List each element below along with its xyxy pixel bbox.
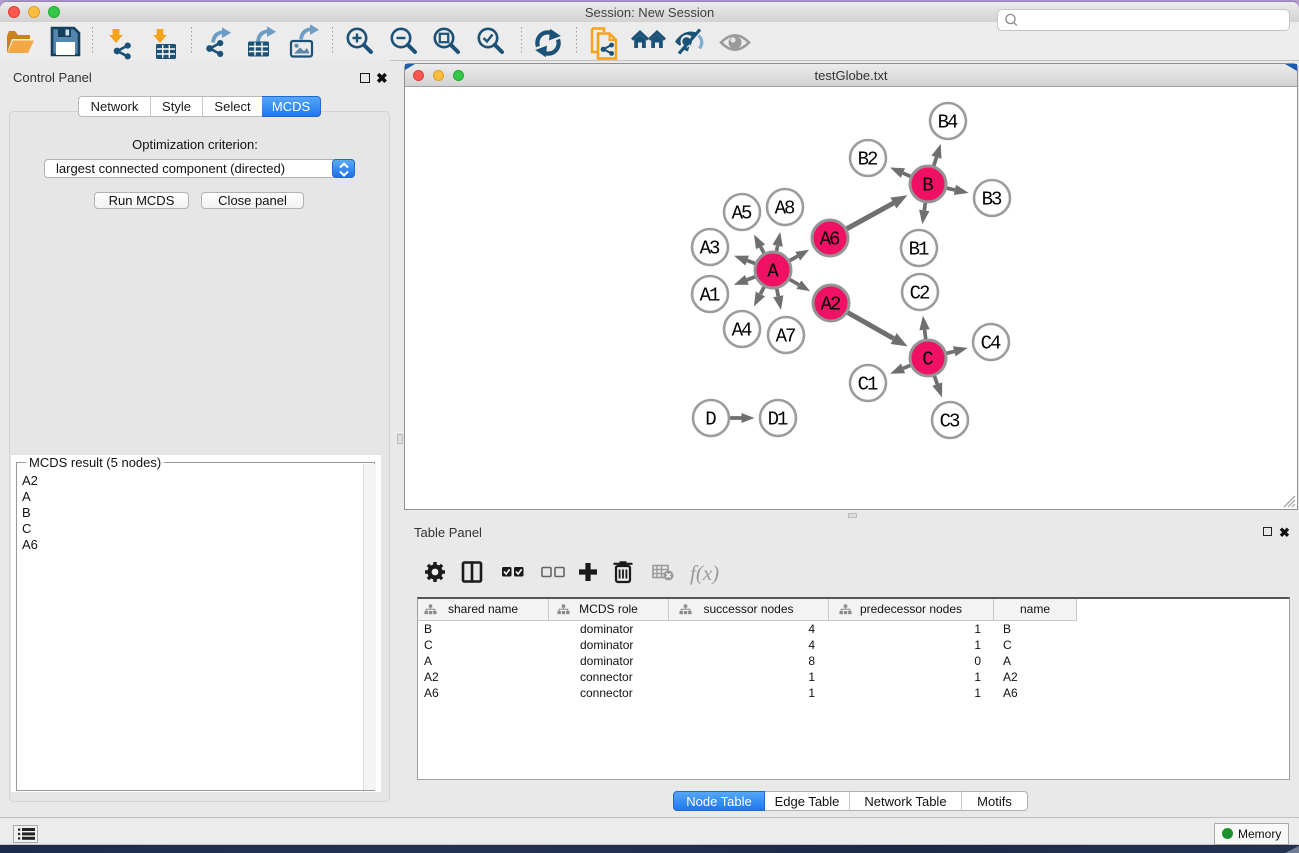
svg-text:A7: A7 — [776, 326, 795, 348]
svg-text:C3: C3 — [940, 411, 960, 433]
svg-text:D: D — [705, 409, 716, 431]
svg-text:C2: C2 — [910, 283, 930, 305]
svg-text:B2: B2 — [858, 149, 878, 171]
svg-text:B4: B4 — [938, 112, 958, 134]
svg-text:f(x): f(x) — [690, 561, 719, 585]
svg-text:A2: A2 — [821, 294, 841, 316]
svg-text:A3: A3 — [700, 238, 720, 260]
svg-text:B1: B1 — [909, 239, 929, 261]
svg-text:C: C — [922, 349, 933, 371]
svg-text:A5: A5 — [732, 203, 752, 225]
svg-text:B: B — [922, 175, 933, 197]
svg-text:A8: A8 — [775, 198, 795, 220]
svg-text:A1: A1 — [700, 285, 720, 307]
svg-text:A4: A4 — [732, 320, 752, 342]
svg-text:C4: C4 — [981, 333, 1001, 355]
svg-text:C1: C1 — [858, 374, 878, 396]
svg-text:A6: A6 — [820, 229, 840, 251]
svg-text:B3: B3 — [982, 189, 1002, 211]
svg-text:D1: D1 — [768, 409, 788, 431]
